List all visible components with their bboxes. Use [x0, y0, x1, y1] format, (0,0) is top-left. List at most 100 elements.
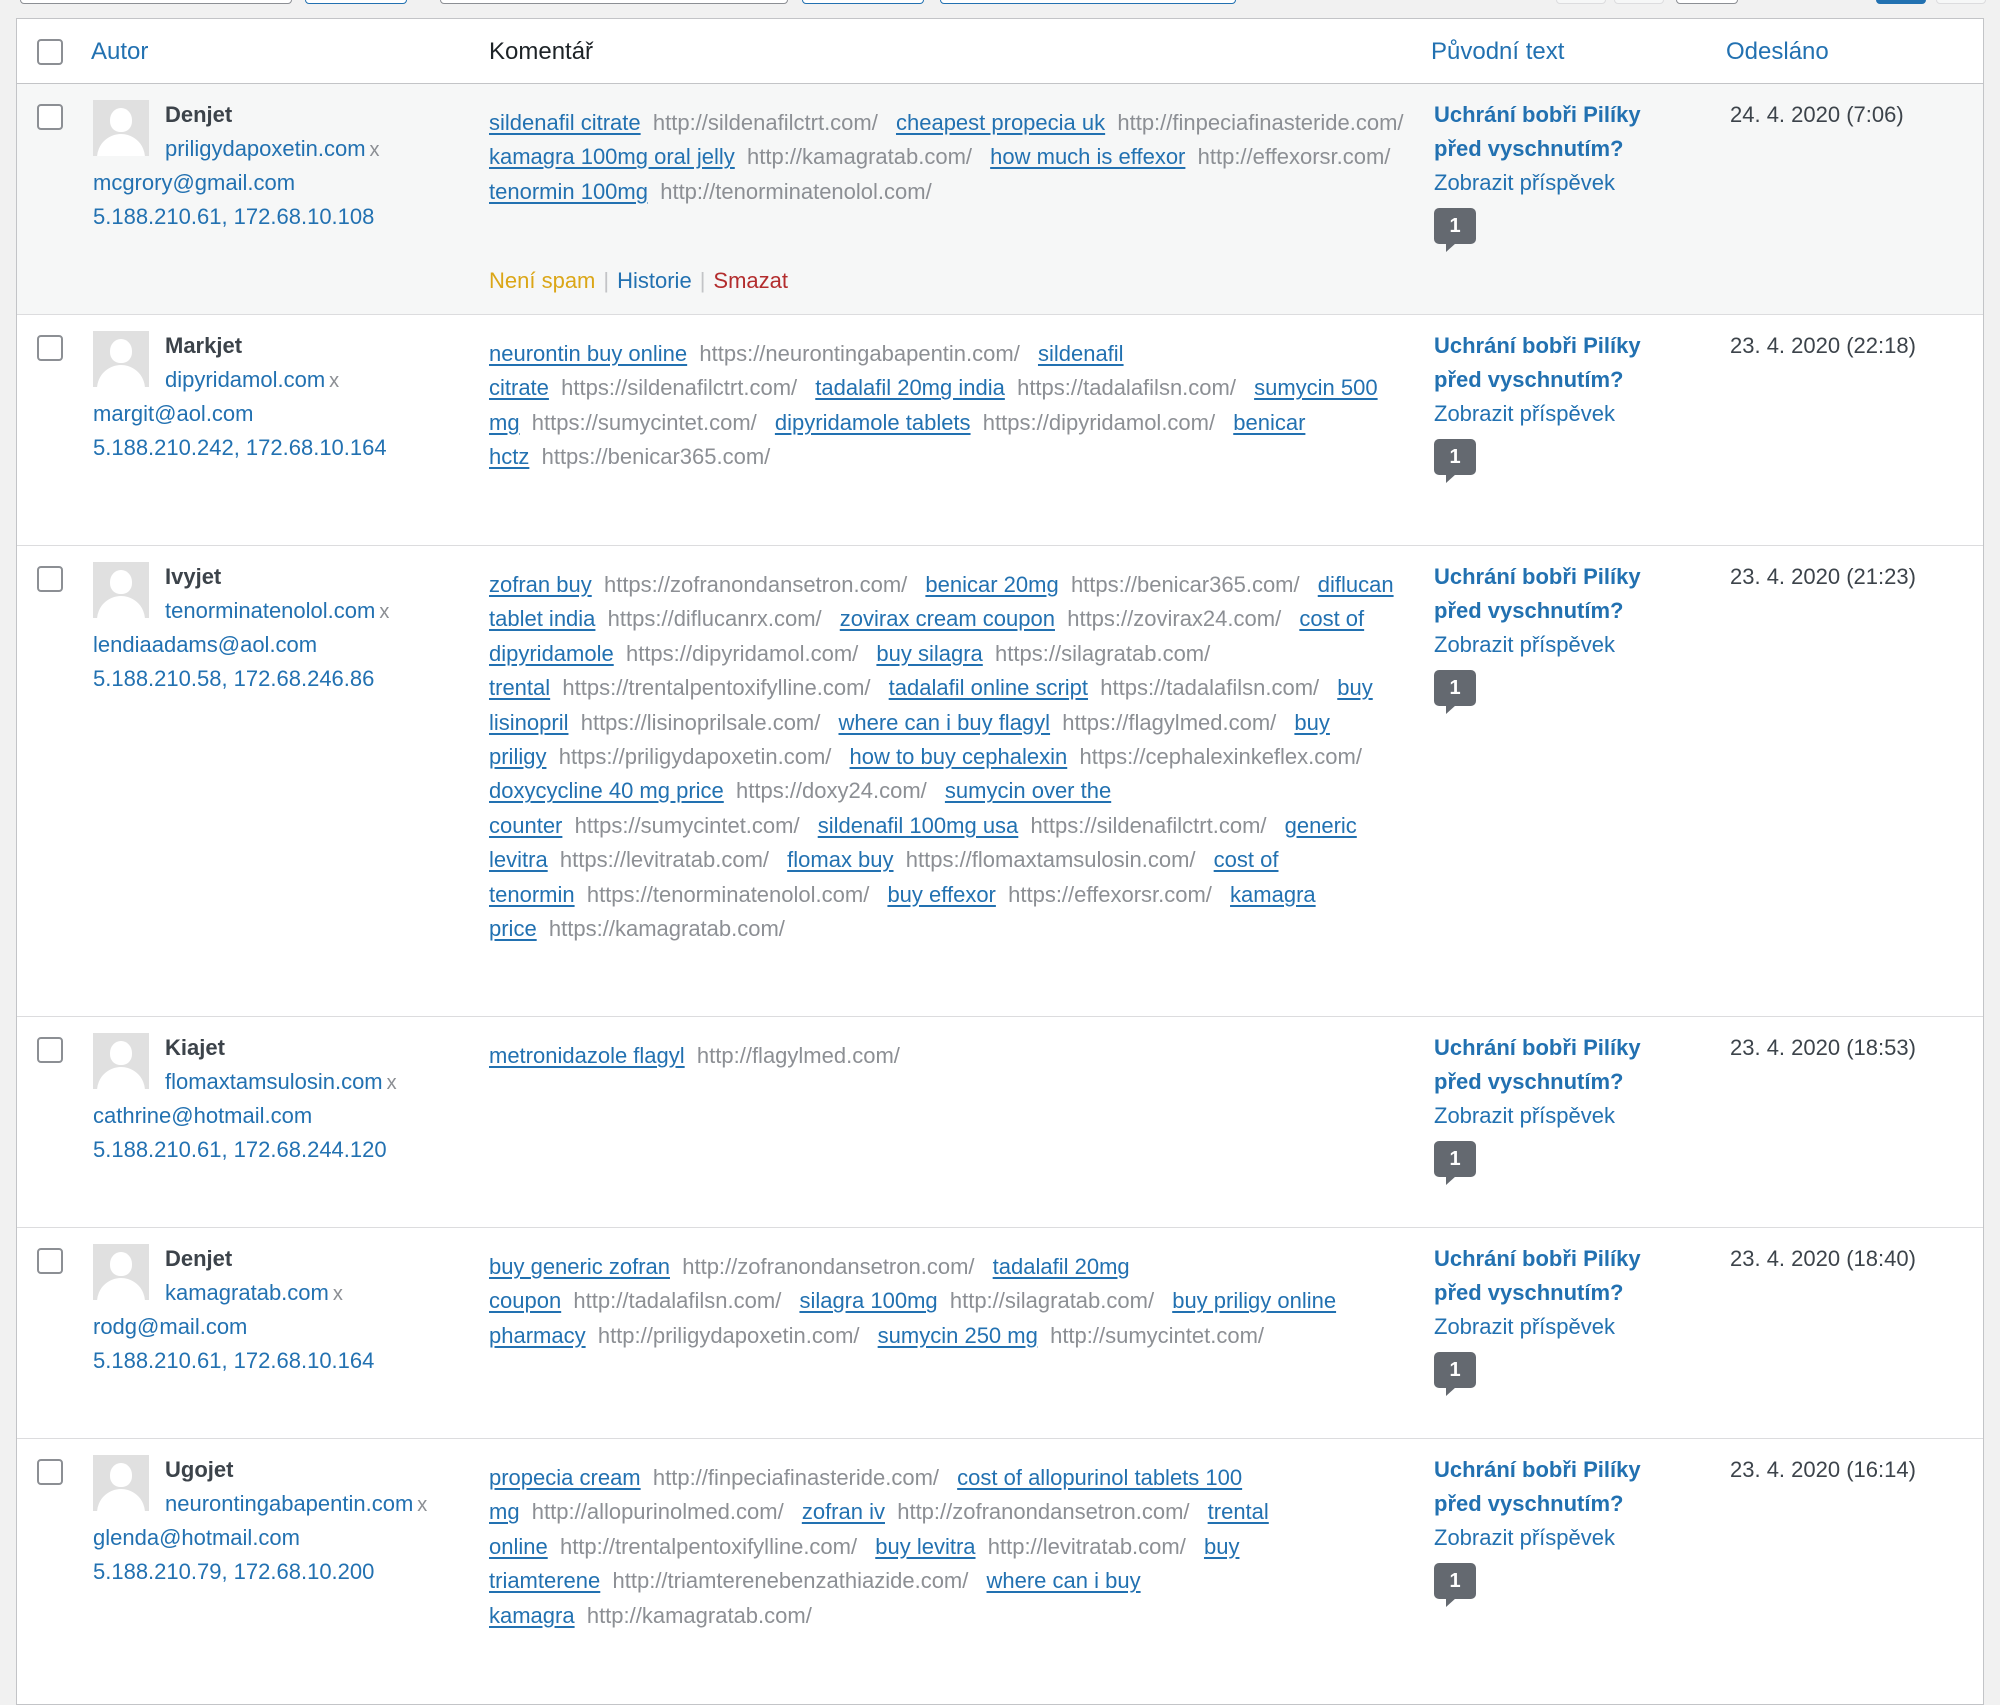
spam-link[interactable]: cheapest propecia uk — [896, 110, 1105, 135]
spam-link[interactable]: buy levitra — [875, 1534, 975, 1559]
last-page-button[interactable] — [1936, 0, 1986, 4]
delete-link[interactable]: Smazat — [713, 268, 788, 293]
prev-page-button[interactable] — [1614, 0, 1664, 4]
spam-link[interactable]: kamagra 100mg oral jelly — [489, 144, 735, 169]
comment-count-bubble[interactable]: 1 — [1434, 1563, 1476, 1607]
post-title-link[interactable]: Uchrání bobři Pilíky před vyschnutím? — [1434, 1242, 1674, 1310]
submitted-column-header[interactable]: Odesláno — [1726, 37, 1829, 67]
spam-link[interactable]: sildenafil 100mg usa — [818, 813, 1019, 838]
post-title-link[interactable]: Uchrání bobři Pilíky před vyschnutím? — [1434, 560, 1674, 628]
spam-link[interactable]: tadalafil 20mg india — [815, 375, 1005, 400]
remove-url-icon[interactable]: x — [333, 1283, 343, 1305]
remove-url-icon[interactable]: x — [417, 1494, 427, 1516]
spam-link[interactable]: zofran iv — [802, 1499, 885, 1524]
row-checkbox[interactable] — [37, 1459, 63, 1485]
row-checkbox[interactable] — [37, 1037, 63, 1063]
spam-link[interactable]: tadalafil online script — [889, 675, 1088, 700]
spam-link[interactable]: trental — [489, 675, 550, 700]
spam-link[interactable]: flomax buy — [787, 847, 893, 872]
author-site-link[interactable]: dipyridamol.com x — [165, 363, 339, 398]
author-site-link[interactable]: neurontingabapentin.com x — [165, 1487, 427, 1522]
author-email-link[interactable]: cathrine@hotmail.com — [93, 1099, 312, 1133]
author-email-link[interactable]: mcgrory@gmail.com — [93, 166, 295, 200]
next-page-button[interactable] — [1876, 0, 1926, 4]
current-page-input[interactable] — [1676, 0, 1738, 4]
post-title-link[interactable]: Uchrání bobři Pilíky před vyschnutím? — [1434, 1453, 1674, 1521]
remove-url-icon[interactable]: x — [370, 139, 380, 161]
remove-url-icon[interactable]: x — [379, 601, 389, 623]
not-spam-link[interactable]: Není spam — [489, 268, 595, 293]
comment-count-bubble[interactable]: 1 — [1434, 1141, 1476, 1185]
view-post-link[interactable]: Zobrazit příspěvek — [1434, 1310, 1674, 1344]
avatar-head — [110, 1252, 132, 1276]
remove-url-icon[interactable]: x — [387, 1072, 397, 1094]
spam-link[interactable]: buy generic zofran — [489, 1254, 670, 1279]
select-all-checkbox[interactable] — [37, 39, 63, 65]
comment-count-bubble[interactable]: 1 — [1434, 1352, 1476, 1396]
post-title-link[interactable]: Uchrání bobři Pilíky před vyschnutím? — [1434, 1031, 1674, 1099]
comment-count-bubble[interactable]: 1 — [1434, 208, 1476, 252]
spam-url: https://zovirax24.com/ — [1067, 606, 1282, 632]
author-email-link[interactable]: lendiaadams@aol.com — [93, 628, 317, 662]
row-checkbox[interactable] — [37, 104, 63, 130]
spam-url: https://benicar365.com/ — [1070, 572, 1300, 597]
spam-link[interactable]: tenormin 100mg — [489, 179, 648, 204]
row-checkbox[interactable] — [37, 566, 63, 592]
first-page-button[interactable] — [1556, 0, 1606, 4]
spam-link[interactable]: buy effexor — [887, 882, 995, 907]
spam-url: https://sildenafilctrt.com/ — [1030, 812, 1267, 838]
author-ip-link[interactable]: 5.188.210.242, 172.68.10.164 — [93, 431, 387, 465]
row-checkbox[interactable] — [37, 1248, 63, 1274]
author-ip-link[interactable]: 5.188.210.61, 172.68.10.108 — [93, 200, 374, 234]
view-post-link[interactable]: Zobrazit příspěvek — [1434, 1099, 1674, 1133]
spam-link[interactable]: where can i buy flagyl — [839, 710, 1051, 735]
spam-link[interactable]: dipyridamole tablets — [775, 410, 971, 435]
comment-count-bubble[interactable]: 1 — [1434, 439, 1476, 483]
bulk-actions-select[interactable] — [20, 0, 292, 4]
spam-link[interactable]: zovirax cream coupon — [840, 606, 1055, 631]
comment-segment: zofran buy https://zofranondansetron.com… — [489, 572, 907, 597]
post-title-link[interactable]: Uchrání bobři Pilíky před vyschnutím? — [1434, 98, 1674, 166]
filter-select[interactable] — [440, 0, 788, 4]
view-post-link[interactable]: Zobrazit příspěvek — [1434, 397, 1674, 431]
apply-button[interactable] — [305, 0, 407, 4]
author-email-link[interactable]: glenda@hotmail.com — [93, 1521, 300, 1555]
view-post-link[interactable]: Zobrazit příspěvek — [1434, 628, 1674, 662]
author-ip-link[interactable]: 5.188.210.61, 172.68.244.120 — [93, 1133, 387, 1167]
author-site-link[interactable]: flomaxtamsulosin.com x — [165, 1065, 397, 1100]
remove-url-icon[interactable]: x — [329, 370, 339, 392]
author-ip-link[interactable]: 5.188.210.79, 172.68.10.200 — [93, 1555, 374, 1589]
top-toolbar-fragment — [0, 0, 2000, 18]
spam-link[interactable]: propecia cream — [489, 1465, 641, 1490]
view-post-link[interactable]: Zobrazit příspěvek — [1434, 166, 1674, 200]
spam-link[interactable]: how much is effexor — [990, 144, 1185, 169]
spam-link[interactable]: neurontin buy online — [489, 341, 687, 366]
spam-link[interactable]: zofran buy — [489, 572, 592, 597]
spam-link[interactable]: how to buy cephalexin — [850, 744, 1068, 769]
spam-url: http://zofranondansetron.com/ — [682, 1254, 975, 1279]
author-email-link[interactable]: rodg@mail.com — [93, 1310, 247, 1344]
spam-link[interactable]: metronidazole flagyl — [489, 1043, 685, 1068]
author-site-link[interactable]: priligydapoxetin.com x — [165, 132, 380, 167]
filter-button[interactable] — [802, 0, 924, 4]
author-site-link[interactable]: kamagratab.com x — [165, 1276, 343, 1311]
row-checkbox[interactable] — [37, 335, 63, 361]
history-link[interactable]: Historie — [617, 268, 692, 293]
spam-url: http://kamagratab.com/ — [747, 144, 973, 170]
author-ip-link[interactable]: 5.188.210.58, 172.68.246.86 — [93, 662, 374, 696]
view-post-link[interactable]: Zobrazit příspěvek — [1434, 1521, 1674, 1555]
spam-link[interactable]: silagra 100mg — [799, 1288, 937, 1313]
comment-count-bubble[interactable]: 1 — [1434, 670, 1476, 714]
empty-spam-button[interactable] — [940, 0, 1236, 4]
spam-link[interactable]: sumycin 250 mg — [878, 1323, 1038, 1348]
response-column-header[interactable]: Původní text — [1431, 37, 1564, 67]
author-ip-link[interactable]: 5.188.210.61, 172.68.10.164 — [93, 1344, 374, 1378]
spam-link[interactable]: benicar 20mg — [925, 572, 1058, 597]
spam-link[interactable]: doxycycline 40 mg price — [489, 778, 724, 803]
author-column-header[interactable]: Autor — [91, 37, 148, 67]
post-title-link[interactable]: Uchrání bobři Pilíky před vyschnutím? — [1434, 329, 1674, 397]
author-email-link[interactable]: margit@aol.com — [93, 397, 254, 431]
spam-link[interactable]: sildenafil citrate — [489, 110, 641, 135]
author-site-link[interactable]: tenorminatenolol.com x — [165, 594, 389, 629]
spam-link[interactable]: buy silagra — [876, 641, 982, 666]
